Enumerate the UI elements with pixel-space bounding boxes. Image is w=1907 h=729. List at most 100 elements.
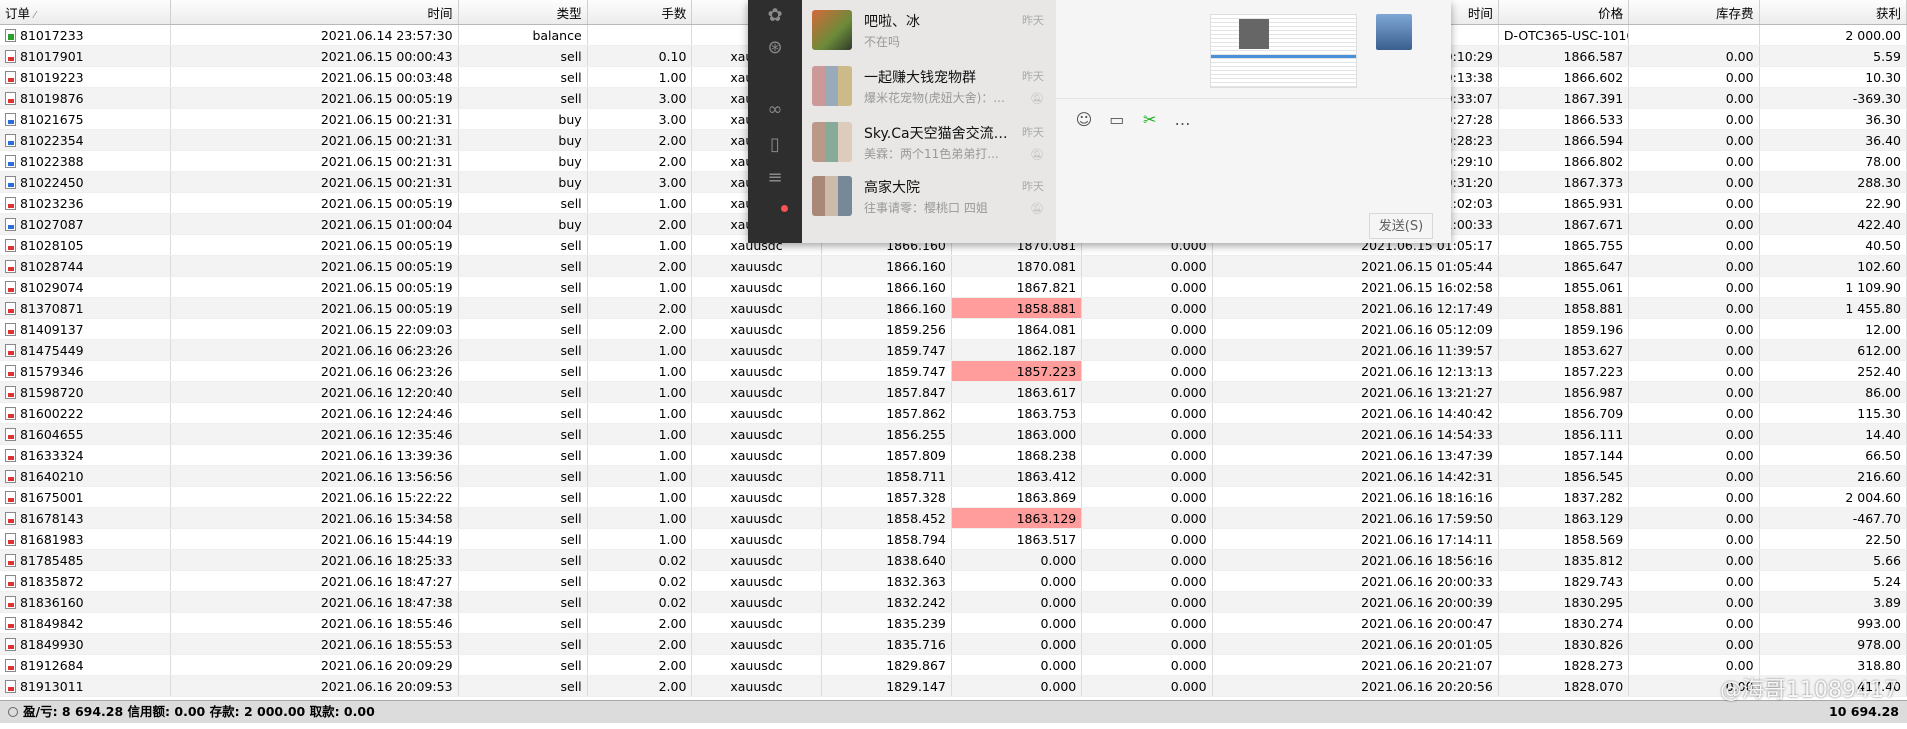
table-row[interactable]: 81370871 2021.06.15 00:05:19 sell 2.00 xauus…	[0, 297, 1907, 319]
profit: 2 000.00	[1845, 27, 1901, 43]
moments-icon[interactable]: ✿	[763, 4, 787, 28]
trade-type: sell	[560, 279, 582, 295]
swap: 0.00	[1725, 90, 1754, 106]
trade-type: sell	[560, 615, 582, 631]
phone-icon[interactable]: ▯	[763, 133, 787, 157]
column-header-profit[interactable]: 获利	[1759, 0, 1907, 25]
scissors-icon[interactable]: ✂	[1140, 110, 1160, 130]
symbol-cell: xauusdc	[691, 402, 822, 424]
open-price-cell: 1856.255	[821, 423, 952, 445]
table-row[interactable]: 81604655 2021.06.16 12:35:46 sell 1.00 xauus…	[0, 423, 1907, 445]
stop-loss-cell: 1870.081	[951, 255, 1083, 277]
open-time: 2021.06.15 00:05:19	[320, 195, 453, 211]
take-profit: 0.000	[1170, 489, 1207, 505]
table-row[interactable]: 81912684 2021.06.16 20:09:29 sell 2.00 xauus…	[0, 654, 1907, 676]
column-header-volume[interactable]: 手数	[587, 0, 693, 25]
table-row[interactable]: 81849842 2021.06.16 18:55:46 sell 2.00 xauus…	[0, 612, 1907, 634]
open-time: 2021.06.16 18:25:33	[320, 552, 453, 568]
symbol: xauusdc	[730, 300, 783, 316]
profit-cell: 5.59	[1759, 45, 1907, 67]
open-price-cell: 1857.847	[821, 381, 952, 403]
open-time: 2021.06.15 00:21:31	[320, 174, 453, 190]
table-row[interactable]: 81835872 2021.06.16 18:47:27 sell 0.02 xauus…	[0, 570, 1907, 592]
order-id: 81029074	[20, 279, 84, 295]
column-header-swap[interactable]: 库存费	[1628, 0, 1760, 25]
trade-type: sell	[560, 258, 582, 274]
take-profit: 0.000	[1170, 447, 1207, 463]
close-price-cell: 1865.755	[1498, 234, 1630, 256]
table-row[interactable]: 81600222 2021.06.16 12:24:46 sell 1.00 xauus…	[0, 402, 1907, 424]
trade-type: sell	[560, 384, 582, 400]
table-row[interactable]: 81849930 2021.06.16 18:55:53 sell 2.00 xauus…	[0, 633, 1907, 655]
profit-cell: 612.00	[1759, 339, 1907, 361]
volume-cell: 2.00	[587, 654, 693, 676]
conversation-item[interactable]: 吧啦、冰 昨天 不在吗	[802, 0, 1056, 64]
volume-cell: 2.00	[587, 633, 693, 655]
column-header-time[interactable]: 时间	[170, 0, 459, 25]
stop-loss-cell: 1864.081	[951, 318, 1083, 340]
close-price: 1830.295	[1563, 594, 1624, 610]
open-time-cell: 2021.06.16 13:39:36	[170, 444, 459, 466]
send-button[interactable]: 发送(S)	[1369, 213, 1433, 239]
conversation-name: 吧啦、冰	[864, 14, 920, 30]
order-id: 81409137	[20, 321, 84, 337]
close-price-cell: 1867.391	[1498, 87, 1630, 109]
table-row[interactable]: 81633324 2021.06.16 13:39:36 sell 1.00 xauus…	[0, 444, 1907, 466]
mini-program-icon[interactable]: ∞	[763, 98, 787, 122]
open-price: 1859.747	[886, 342, 946, 358]
close-time: 2021.06.16 14:40:42	[1361, 405, 1493, 421]
open-time: 2021.06.16 18:47:27	[320, 573, 453, 589]
conversation-time: 昨天	[1022, 180, 1044, 193]
column-header-type[interactable]: 类型	[458, 0, 588, 25]
table-row[interactable]: 81579346 2021.06.16 06:23:26 sell 1.00 xauus…	[0, 360, 1907, 382]
table-row[interactable]: 81675001 2021.06.16 15:22:22 sell 1.00 xauus…	[0, 486, 1907, 508]
menu-icon[interactable]: ≡	[763, 166, 787, 190]
table-row[interactable]: 81681983 2021.06.16 15:44:19 sell 1.00 xauus…	[0, 528, 1907, 550]
table-row[interactable]: 81640210 2021.06.16 13:56:56 sell 1.00 xauus…	[0, 465, 1907, 487]
volume-cell: 3.00	[587, 171, 693, 193]
volume: 2.00	[658, 636, 687, 652]
table-row[interactable]: 81785485 2021.06.16 18:25:33 sell 0.02 xauus…	[0, 549, 1907, 571]
chat-window: ✿ ⊛ ∞ ▯ ≡ 吧啦、冰 昨天 不在吗 一起赚大钱宠物群 昨天 爆米花宠物(…	[748, 0, 1451, 243]
table-row[interactable]: 81409137 2021.06.15 22:09:03 sell 2.00 xauus…	[0, 318, 1907, 340]
table-row[interactable]: 81029074 2021.06.15 00:05:19 sell 1.00 xauus…	[0, 276, 1907, 298]
table-row[interactable]: 81028744 2021.06.15 00:05:19 sell 2.00 xauus…	[0, 255, 1907, 277]
order-id: 81022388	[20, 153, 84, 169]
profit: 422.40	[1857, 216, 1901, 232]
conversation-preview: 往事请零：樱桃口 四姐	[864, 201, 988, 215]
symbol-cell: xauusdc	[691, 570, 822, 592]
table-row[interactable]: 81475449 2021.06.16 06:23:26 sell 1.00 xauus…	[0, 339, 1907, 361]
trade-type-cell: sell	[458, 486, 588, 508]
table-row[interactable]: 81678143 2021.06.16 15:34:58 sell 1.00 xauus…	[0, 507, 1907, 529]
conversation-time: 昨天	[1022, 70, 1044, 83]
table-row[interactable]: 81913011 2021.06.16 20:09:53 sell 2.00 xauus…	[0, 675, 1907, 697]
close-time-cell: 2021.06.16 14:54:33	[1212, 423, 1499, 445]
trade-type-cell: sell	[458, 528, 588, 550]
table-row[interactable]: 81598720 2021.06.16 12:20:40 sell 1.00 xauus…	[0, 381, 1907, 403]
close-price-cell: 1856.111	[1498, 423, 1630, 445]
column-header-order[interactable]: 订单 ⁄	[0, 0, 172, 25]
avatar[interactable]	[1376, 14, 1412, 50]
table-row[interactable]: 81836160 2021.06.16 18:47:38 sell 0.02 xauus…	[0, 591, 1907, 613]
close-time: 2021.06.16 20:20:56	[1361, 678, 1493, 694]
chat-history-icon[interactable]: …	[1172, 110, 1192, 130]
conversation-item[interactable]: 高家大院 昨天 往事请零：樱桃口 四姐 🔕︎	[802, 166, 1056, 230]
input-toolbar: ☺ ▭ ✂ …	[1074, 110, 1201, 130]
column-header-close-price[interactable]: 价格	[1498, 0, 1630, 25]
conversation-item[interactable]: 一起赚大钱宠物群 昨天 爆米花宠物(虎妞大舍)：... 🔕︎	[802, 56, 1056, 120]
close-price: 1837.282	[1563, 489, 1624, 505]
swap-cell: 0.00	[1628, 339, 1760, 361]
volume-cell: 1.00	[587, 192, 693, 214]
stop-loss: 1858.881	[1016, 300, 1077, 316]
profit-cell: 12.00	[1759, 318, 1907, 340]
channels-icon[interactable]: ⊛	[763, 36, 787, 60]
conversation-name: 高家大院	[864, 180, 920, 196]
emoji-icon[interactable]: ☺	[1074, 110, 1094, 130]
close-price: 1863.129	[1563, 510, 1624, 526]
group-avatar	[812, 66, 852, 106]
profit: 22.50	[1865, 531, 1901, 547]
open-price: 1856.255	[886, 426, 946, 442]
folder-icon[interactable]: ▭	[1107, 110, 1127, 130]
sell-order-icon	[5, 301, 16, 315]
screenshot-image-message[interactable]	[1210, 14, 1357, 88]
